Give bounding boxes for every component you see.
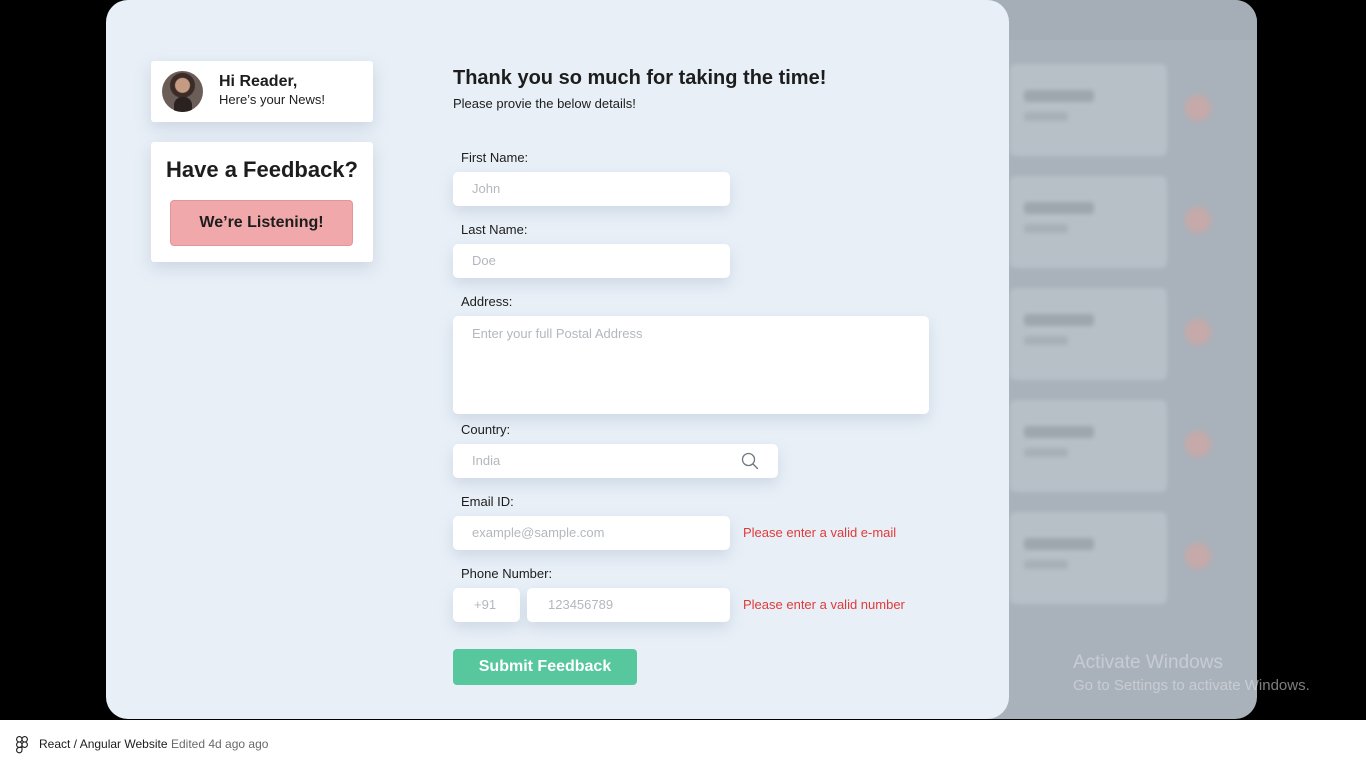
watermark-title: Activate Windows xyxy=(1073,652,1223,673)
background-news-card xyxy=(1010,288,1167,380)
avatar xyxy=(162,71,203,112)
greeting-title: Hi Reader, xyxy=(219,73,298,90)
address-label: Address: xyxy=(461,294,513,309)
last-name-placeholder: Doe xyxy=(472,253,496,268)
listening-button[interactable]: We’re Listening! xyxy=(170,200,353,246)
feedback-card: Have a Feedback? We’re Listening! xyxy=(151,142,373,262)
last-name-label: Last Name: xyxy=(461,222,528,237)
email-field[interactable]: example@sample.com xyxy=(453,516,730,550)
project-name[interactable]: React / Angular Website xyxy=(39,737,168,751)
feedback-title: Have a Feedback? xyxy=(166,157,358,182)
phone-code-placeholder: +91 xyxy=(474,597,497,612)
background-news-card xyxy=(1010,512,1167,604)
email-label: Email ID: xyxy=(461,494,514,509)
figma-icon[interactable] xyxy=(16,736,28,754)
greeting-card: Hi Reader, Here’s your News! xyxy=(151,61,373,122)
windows-activation-watermark: Activate Windows Go to Settings to activ… xyxy=(1073,652,1310,694)
figma-footer-bar: React / Angular Website Edited 4d ago ag… xyxy=(0,720,1366,768)
background-news-card xyxy=(1010,176,1167,268)
background-dot xyxy=(1185,543,1211,569)
background-dot xyxy=(1185,95,1211,121)
background-dot xyxy=(1185,431,1211,457)
background-news-card xyxy=(1010,400,1167,492)
feedback-modal: Hi Reader, Here’s your News! Have a Feed… xyxy=(106,0,1009,719)
last-name-field[interactable]: Doe xyxy=(453,244,730,278)
email-placeholder: example@sample.com xyxy=(472,525,605,540)
form-title: Thank you so much for taking the time! xyxy=(453,67,827,89)
edited-status: Edited 4d ago ago xyxy=(171,737,269,751)
background-dot xyxy=(1185,319,1211,345)
background-news-card xyxy=(1010,64,1167,156)
phone-number-placeholder: 123456789 xyxy=(548,597,614,612)
first-name-label: First Name: xyxy=(461,150,529,165)
first-name-field[interactable]: John xyxy=(453,172,730,206)
greeting-subtitle: Here’s your News! xyxy=(219,92,325,107)
email-error: Please enter a valid e-mail xyxy=(743,525,897,540)
submit-feedback-button[interactable]: Submit Feedback xyxy=(453,649,637,685)
phone-error: Please enter a valid number xyxy=(743,597,905,612)
address-placeholder: Enter your full Postal Address xyxy=(472,326,643,341)
watermark-subtitle: Go to Settings to activate Windows. xyxy=(1073,677,1310,694)
background-dot xyxy=(1185,207,1211,233)
search-icon[interactable] xyxy=(741,452,759,470)
country-field[interactable]: India xyxy=(453,444,778,478)
country-label: Country: xyxy=(461,422,511,437)
country-placeholder: India xyxy=(472,453,501,468)
form-subtitle: Please provie the below details! xyxy=(453,96,636,111)
first-name-placeholder: John xyxy=(472,181,501,196)
address-field[interactable]: Enter your full Postal Address xyxy=(453,316,929,414)
phone-number-field[interactable]: 123456789 xyxy=(527,588,730,622)
phone-code-field[interactable]: +91 xyxy=(453,588,520,622)
phone-label: Phone Number: xyxy=(461,566,553,581)
